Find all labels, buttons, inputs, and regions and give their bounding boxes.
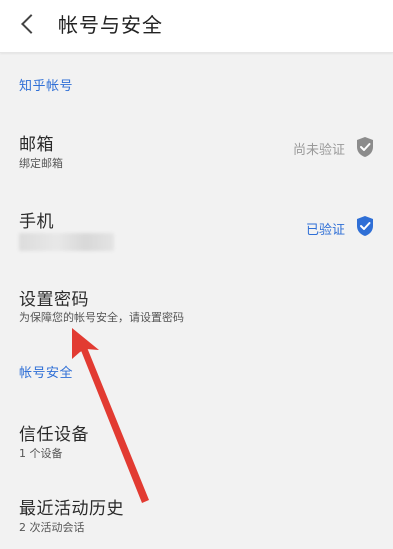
shield-check-gray-icon xyxy=(357,137,373,157)
trusted-devices-sub: 1 个设备 xyxy=(19,447,63,460)
section-title-zhihu-account: 知乎帐号 xyxy=(19,79,74,94)
recent-activity-sub: 2 次活动会话 xyxy=(19,521,85,534)
phone-number-redacted xyxy=(19,233,114,251)
set-password-row[interactable]: 设置密码 为保障您的帐号安全，请设置密码 xyxy=(0,285,393,329)
set-password-label: 设置密码 xyxy=(19,290,89,310)
email-status: 尚未验证 xyxy=(292,143,345,158)
chevron-left-icon xyxy=(21,14,41,34)
email-sub: 绑定邮箱 xyxy=(19,157,63,170)
phone-label: 手机 xyxy=(19,212,54,232)
trusted-devices-row[interactable]: 信任设备 1 个设备 xyxy=(0,420,393,464)
page-title: 帐号与安全 xyxy=(58,13,163,37)
shield-check-blue-icon xyxy=(357,216,373,236)
recent-activity-row[interactable]: 最近活动历史 2 次活动会话 xyxy=(0,494,393,538)
email-label: 邮箱 xyxy=(19,135,54,155)
back-button[interactable] xyxy=(14,10,42,38)
section-title-account-security: 帐号安全 xyxy=(19,366,74,381)
phone-status: 已验证 xyxy=(305,223,345,238)
recent-activity-label: 最近活动历史 xyxy=(19,499,124,519)
phone-row[interactable]: 手机 已验证 xyxy=(0,207,393,255)
top-bar: 帐号与安全 xyxy=(0,0,393,53)
email-row[interactable]: 邮箱 绑定邮箱 尚未验证 xyxy=(0,130,393,178)
set-password-sub: 为保障您的帐号安全，请设置密码 xyxy=(19,311,184,324)
trusted-devices-label: 信任设备 xyxy=(19,425,89,445)
